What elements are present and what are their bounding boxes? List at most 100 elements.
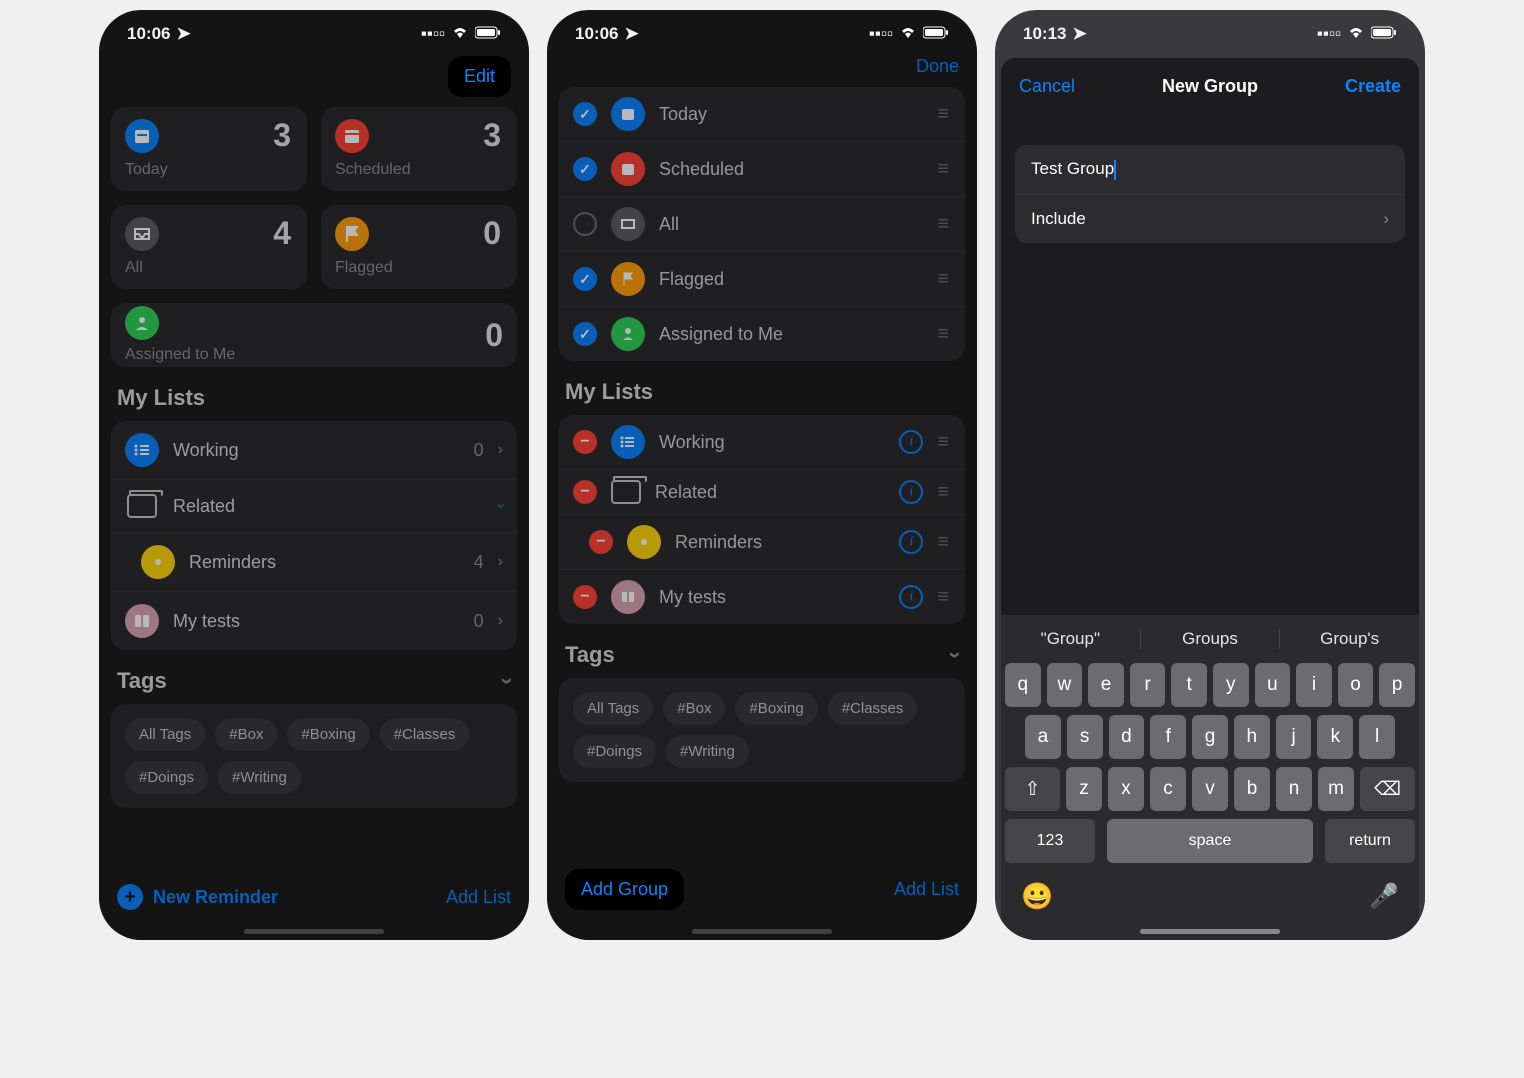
- key-s[interactable]: s: [1067, 715, 1103, 759]
- list-mytests[interactable]: My tests 0 ›: [111, 592, 517, 650]
- key-t[interactable]: t: [1171, 663, 1207, 707]
- tag-chip[interactable]: All Tags: [125, 718, 205, 751]
- backspace-key[interactable]: ⌫: [1360, 767, 1415, 811]
- key-r[interactable]: r: [1130, 663, 1166, 707]
- emoji-key[interactable]: 😀: [1021, 881, 1053, 912]
- drag-handle-icon[interactable]: ≡: [937, 158, 951, 181]
- key-b[interactable]: b: [1234, 767, 1270, 811]
- smart-row-today[interactable]: Today ≡: [559, 87, 965, 142]
- create-button[interactable]: Create: [1345, 76, 1401, 97]
- key-g[interactable]: g: [1192, 715, 1228, 759]
- space-key[interactable]: space: [1107, 819, 1313, 863]
- list-row-related[interactable]: − Related i ≡: [559, 470, 965, 515]
- key-a[interactable]: a: [1025, 715, 1061, 759]
- key-m[interactable]: m: [1318, 767, 1354, 811]
- list-row-working[interactable]: − Working i ≡: [559, 415, 965, 470]
- scheduled-card[interactable]: 3 Scheduled: [321, 107, 517, 191]
- drag-handle-icon[interactable]: ≡: [937, 213, 951, 236]
- home-indicator[interactable]: [692, 929, 832, 934]
- key-e[interactable]: e: [1088, 663, 1124, 707]
- today-card[interactable]: 3 Today: [111, 107, 307, 191]
- tag-chip[interactable]: #Box: [663, 692, 725, 725]
- add-list-button[interactable]: Add List: [894, 879, 959, 900]
- all-card[interactable]: 4 All: [111, 205, 307, 289]
- info-icon[interactable]: i: [899, 585, 923, 609]
- key-u[interactable]: u: [1255, 663, 1291, 707]
- return-key[interactable]: return: [1325, 819, 1415, 863]
- home-indicator[interactable]: [244, 929, 384, 934]
- drag-handle-icon[interactable]: ≡: [937, 481, 951, 504]
- key-d[interactable]: d: [1109, 715, 1145, 759]
- remove-icon[interactable]: −: [589, 530, 613, 554]
- list-related[interactable]: Related ›: [111, 480, 517, 533]
- add-group-button[interactable]: Add Group: [581, 879, 668, 900]
- remove-icon[interactable]: −: [573, 430, 597, 454]
- cancel-button[interactable]: Cancel: [1019, 76, 1075, 97]
- checkbox-on-icon[interactable]: [573, 322, 597, 346]
- smart-row-scheduled[interactable]: Scheduled ≡: [559, 142, 965, 197]
- key-c[interactable]: c: [1150, 767, 1186, 811]
- tag-chip[interactable]: #Classes: [828, 692, 918, 725]
- assigned-card[interactable]: Assigned to Me 0: [111, 303, 517, 367]
- drag-handle-icon[interactable]: ≡: [937, 103, 951, 126]
- key-y[interactable]: y: [1213, 663, 1249, 707]
- drag-handle-icon[interactable]: ≡: [937, 268, 951, 291]
- checkbox-on-icon[interactable]: [573, 102, 597, 126]
- tag-chip[interactable]: #Writing: [666, 735, 749, 768]
- key-l[interactable]: l: [1359, 715, 1395, 759]
- done-button[interactable]: Done: [916, 56, 959, 77]
- key-i[interactable]: i: [1296, 663, 1332, 707]
- home-indicator[interactable]: [1140, 929, 1280, 934]
- add-list-button[interactable]: Add List: [446, 887, 511, 908]
- key-o[interactable]: o: [1338, 663, 1374, 707]
- info-icon[interactable]: i: [899, 530, 923, 554]
- smart-row-all[interactable]: All ≡: [559, 197, 965, 252]
- include-row[interactable]: Include ›: [1015, 195, 1405, 243]
- remove-icon[interactable]: −: [573, 480, 597, 504]
- suggestion[interactable]: "Group": [1001, 629, 1140, 649]
- tag-chip[interactable]: #Doings: [573, 735, 656, 768]
- tags-header[interactable]: Tags ›: [111, 650, 517, 704]
- key-w[interactable]: w: [1047, 663, 1083, 707]
- info-icon[interactable]: i: [899, 480, 923, 504]
- key-j[interactable]: j: [1276, 715, 1312, 759]
- tag-chip[interactable]: All Tags: [573, 692, 653, 725]
- checkbox-off-icon[interactable]: [573, 212, 597, 236]
- tag-chip[interactable]: #Doings: [125, 761, 208, 794]
- suggestion[interactable]: Groups: [1140, 629, 1280, 649]
- key-x[interactable]: x: [1108, 767, 1144, 811]
- info-icon[interactable]: i: [899, 430, 923, 454]
- drag-handle-icon[interactable]: ≡: [937, 323, 951, 346]
- drag-handle-icon[interactable]: ≡: [937, 531, 951, 554]
- key-h[interactable]: h: [1234, 715, 1270, 759]
- tag-chip[interactable]: #Boxing: [735, 692, 817, 725]
- drag-handle-icon[interactable]: ≡: [937, 586, 951, 609]
- checkbox-on-icon[interactable]: [573, 157, 597, 181]
- group-name-field[interactable]: Test Group: [1015, 145, 1405, 195]
- new-reminder-button[interactable]: + New Reminder: [117, 884, 278, 910]
- suggestion[interactable]: Group's: [1279, 629, 1419, 649]
- remove-icon[interactable]: −: [573, 585, 597, 609]
- list-row-mytests[interactable]: − My tests i ≡: [559, 570, 965, 624]
- list-row-reminders[interactable]: − Reminders i ≡: [559, 515, 965, 570]
- edit-button[interactable]: Edit: [464, 66, 495, 87]
- tag-chip[interactable]: #Boxing: [287, 718, 369, 751]
- tag-chip[interactable]: #Box: [215, 718, 277, 751]
- list-reminders[interactable]: Reminders 4 ›: [111, 533, 517, 592]
- key-n[interactable]: n: [1276, 767, 1312, 811]
- key-v[interactable]: v: [1192, 767, 1228, 811]
- key-z[interactable]: z: [1066, 767, 1102, 811]
- key-p[interactable]: p: [1379, 663, 1415, 707]
- smart-row-flagged[interactable]: Flagged ≡: [559, 252, 965, 307]
- checkbox-on-icon[interactable]: [573, 267, 597, 291]
- flagged-card[interactable]: 0 Flagged: [321, 205, 517, 289]
- smart-row-assigned[interactable]: Assigned to Me ≡: [559, 307, 965, 361]
- tags-header[interactable]: Tags ›: [559, 624, 965, 678]
- key-k[interactable]: k: [1317, 715, 1353, 759]
- tag-chip[interactable]: #Classes: [380, 718, 470, 751]
- list-working[interactable]: Working 0 ›: [111, 421, 517, 480]
- drag-handle-icon[interactable]: ≡: [937, 431, 951, 454]
- tag-chip[interactable]: #Writing: [218, 761, 301, 794]
- shift-key[interactable]: ⇧: [1005, 767, 1060, 811]
- numbers-key[interactable]: 123: [1005, 819, 1095, 863]
